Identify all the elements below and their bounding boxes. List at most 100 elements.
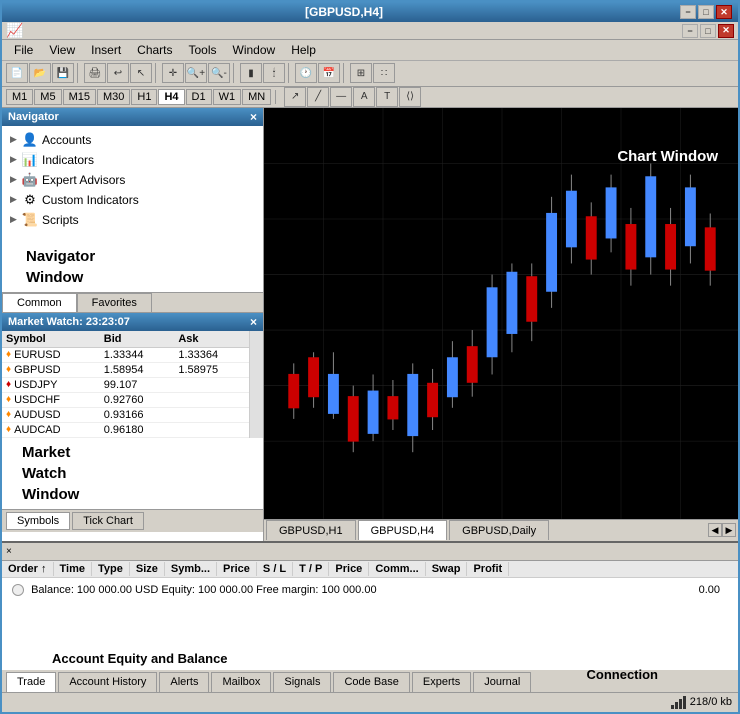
col-tp[interactable]: T / P — [293, 562, 329, 576]
col-type[interactable]: Type — [92, 562, 130, 576]
navigator-tabs: Common Favorites — [2, 292, 263, 312]
bid-usdjpy: 99.107 — [100, 377, 175, 392]
chart-tab-daily[interactable]: GBPUSD,Daily — [449, 520, 549, 540]
tf-m5[interactable]: M5 — [34, 89, 61, 105]
col-profit[interactable]: Profit — [467, 562, 509, 576]
menu-help[interactable]: Help — [283, 41, 324, 59]
tf-d1[interactable]: D1 — [186, 89, 212, 105]
col-symbol[interactable]: Symb... — [165, 562, 217, 576]
menu-file[interactable]: File — [6, 41, 41, 59]
market-row-eurusd[interactable]: ♦EURUSD 1.33344 1.33364 — [2, 347, 249, 362]
terminal-close[interactable]: × — [6, 546, 12, 557]
navigator-title: Navigator — [8, 111, 59, 123]
nav-indicators[interactable]: ▶ 📊 Indicators — [6, 150, 259, 170]
tf-w1[interactable]: W1 — [213, 89, 242, 105]
nav-expert-advisors[interactable]: ▶ 🤖 Expert Advisors — [6, 170, 259, 190]
col-price[interactable]: Price — [217, 562, 257, 576]
menu-charts[interactable]: Charts — [129, 41, 180, 59]
tf-m1[interactable]: M1 — [6, 89, 33, 105]
nav-custom-indicators[interactable]: ▶ ⚙ Custom Indicators — [6, 190, 259, 210]
inner-close[interactable]: ✕ — [718, 24, 734, 38]
diamond-audusd: ♦ — [6, 409, 11, 420]
chart-tab-h4[interactable]: GBPUSD,H4 — [358, 520, 448, 540]
col-time[interactable]: Time — [54, 562, 92, 576]
tf-text[interactable]: A — [353, 87, 375, 107]
bid-audcad: 0.96180 — [100, 422, 175, 437]
col-order[interactable]: Order ↑ — [2, 562, 54, 576]
ask-eurusd: 1.33364 — [174, 347, 249, 362]
inner-maximize[interactable]: □ — [700, 24, 716, 38]
tf-sep — [275, 90, 276, 104]
term-tab-trade[interactable]: Trade — [6, 672, 56, 692]
close-button[interactable]: ✕ — [716, 5, 732, 19]
market-row-usdchf[interactable]: ♦USDCHF 0.92760 — [2, 392, 249, 407]
chart-tab-prev[interactable]: ◀ — [708, 523, 722, 537]
toolbar-zoom-in[interactable]: 🔍+ — [185, 63, 207, 83]
term-tab-code-base[interactable]: Code Base — [333, 672, 409, 692]
term-tab-experts[interactable]: Experts — [412, 672, 471, 692]
market-watch-tabs: Symbols Tick Chart — [2, 509, 263, 532]
menu-tools[interactable]: Tools — [181, 41, 225, 59]
navigator-close[interactable]: × — [250, 110, 257, 124]
term-tab-alerts[interactable]: Alerts — [159, 672, 209, 692]
nav-accounts-icon: 👤 — [22, 132, 38, 148]
symbol-gbpusd: ♦GBPUSD — [2, 362, 100, 377]
toolbar-zoom-out[interactable]: 🔍- — [208, 63, 230, 83]
tf-period[interactable]: ⟨⟩ — [399, 87, 421, 107]
minimize-button[interactable]: − — [680, 5, 696, 19]
toolbar-dots[interactable]: ∷ — [373, 63, 395, 83]
market-watch-scrollbar[interactable] — [249, 331, 263, 438]
menu-window[interactable]: Window — [225, 41, 284, 59]
nav-accounts[interactable]: ▶ 👤 Accounts — [6, 130, 259, 150]
nav-ea-icon: 🤖 — [22, 172, 38, 188]
col-sl[interactable]: S / L — [257, 562, 293, 576]
market-row-gbpusd[interactable]: ♦GBPUSD 1.58954 1.58975 — [2, 362, 249, 377]
market-row-audcad[interactable]: ♦AUDCAD 0.96180 — [2, 422, 249, 437]
term-tab-journal[interactable]: Journal — [473, 672, 531, 692]
toolbar-save[interactable]: 💾 — [52, 63, 74, 83]
market-row-audusd[interactable]: ♦AUDUSD 0.93166 — [2, 407, 249, 422]
chart-tab-h1[interactable]: GBPUSD,H1 — [266, 520, 356, 540]
tf-arrow[interactable]: ↗ — [284, 87, 306, 107]
menu-insert[interactable]: Insert — [83, 41, 129, 59]
tf-h1[interactable]: H1 — [131, 89, 157, 105]
toolbar-candle[interactable]: 🕯 — [263, 63, 285, 83]
tf-line[interactable]: ╱ — [307, 87, 329, 107]
menu-view[interactable]: View — [41, 41, 83, 59]
toolbar-cross[interactable]: ✛ — [162, 63, 184, 83]
toolbar-open[interactable]: 📂 — [29, 63, 51, 83]
toolbar-grid[interactable]: ⊞ — [350, 63, 372, 83]
chart-window-annotation: Chart Window — [617, 148, 718, 165]
toolbar-clock[interactable]: 🕐 — [295, 63, 317, 83]
col-price2[interactable]: Price — [329, 562, 369, 576]
toolbar-bar[interactable]: ▮ — [240, 63, 262, 83]
tf-hline[interactable]: — — [330, 87, 352, 107]
tf-m15[interactable]: M15 — [63, 89, 96, 105]
term-tab-signals[interactable]: Signals — [273, 672, 331, 692]
nav-scripts[interactable]: ▶ 📜 Scripts — [6, 210, 259, 230]
toolbar-cursor[interactable]: ↖ — [130, 63, 152, 83]
col-swap[interactable]: Swap — [426, 562, 468, 576]
col-comm[interactable]: Comm... — [369, 562, 425, 576]
inner-minimize[interactable]: − — [682, 24, 698, 38]
market-watch-close[interactable]: × — [250, 315, 257, 329]
mw-tab-tick-chart[interactable]: Tick Chart — [72, 512, 144, 530]
mw-tab-symbols[interactable]: Symbols — [6, 512, 70, 530]
maximize-button[interactable]: □ — [698, 5, 714, 19]
tf-m30[interactable]: M30 — [97, 89, 130, 105]
tf-mn[interactable]: MN — [242, 89, 271, 105]
nav-tab-common[interactable]: Common — [2, 293, 77, 312]
col-size[interactable]: Size — [130, 562, 165, 576]
term-tab-mailbox[interactable]: Mailbox — [211, 672, 271, 692]
toolbar-calendar[interactable]: 📅 — [318, 63, 340, 83]
toolbar-undo[interactable]: ↩ — [107, 63, 129, 83]
toolbar-new[interactable]: 📄 — [6, 63, 28, 83]
chart-tab-next[interactable]: ▶ — [722, 523, 736, 537]
market-row-usdjpy[interactable]: ♦USDJPY 99.107 — [2, 377, 249, 392]
nav-tab-favorites[interactable]: Favorites — [77, 293, 152, 312]
timeframe-bar: M1 M5 M15 M30 H1 H4 D1 W1 MN ↗ ╱ — A T ⟨… — [2, 87, 738, 108]
toolbar-print[interactable]: 🖨 — [84, 63, 106, 83]
tf-h4[interactable]: H4 — [158, 89, 184, 105]
tf-fib[interactable]: T — [376, 87, 398, 107]
term-tab-account-history[interactable]: Account History — [58, 672, 157, 692]
